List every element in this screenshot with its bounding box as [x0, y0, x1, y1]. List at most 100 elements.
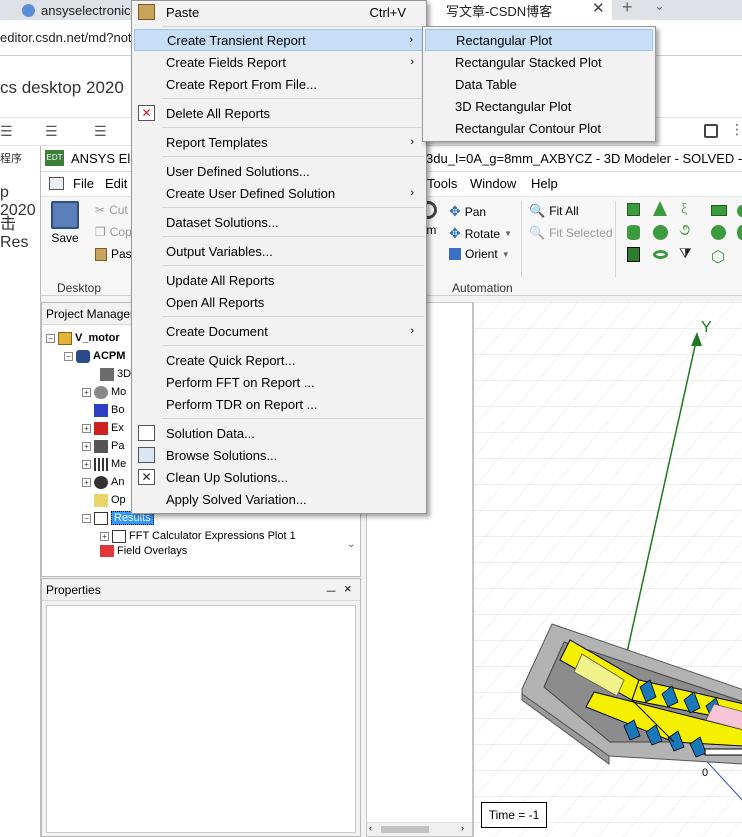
- rectangle-icon[interactable]: [711, 205, 727, 216]
- ordered-list-icon[interactable]: ☰: [45, 123, 58, 140]
- collapse-icon[interactable]: −: [64, 351, 73, 361]
- menu-separator: [162, 98, 424, 99]
- cut-button[interactable]: ✂ Cut: [95, 203, 128, 217]
- tab-favicon-icon: [22, 3, 35, 17]
- tree-item-mesh[interactable]: + Me: [82, 455, 126, 473]
- menu-item-perform-fft[interactable]: Perform FFT on Report ...: [134, 371, 424, 393]
- menu-tools[interactable]: Tools: [427, 176, 457, 191]
- fit-all-button[interactable]: 🔍 Fit All: [529, 203, 579, 219]
- copy-button[interactable]: ❐ Cop: [95, 225, 132, 239]
- collapse-icon[interactable]: −: [46, 333, 55, 343]
- cylinder-icon[interactable]: [627, 225, 640, 240]
- expand-icon[interactable]: +: [82, 459, 91, 469]
- menu-item-create-quick-report[interactable]: Create Quick Report...: [134, 349, 424, 371]
- tree-item-motion[interactable]: + Mo: [82, 383, 126, 401]
- scroll-thumb[interactable]: [381, 826, 429, 833]
- submenu-item-rectangular-contour-plot[interactable]: Rectangular Contour Plot: [425, 117, 653, 139]
- menu-item-perform-tdr[interactable]: Perform TDR on Report ...: [134, 393, 424, 415]
- box-icon[interactable]: [627, 203, 640, 216]
- browser-tab-csdn[interactable]: 写文章-CSDN博客 ✕: [426, 0, 612, 20]
- cone-icon[interactable]: [653, 201, 667, 216]
- spiral-icon[interactable]: ૭: [679, 222, 690, 240]
- tree-item-design[interactable]: − ACPM: [64, 347, 125, 365]
- menu-item-create-user-defined-solution[interactable]: Create User Defined Solution ›: [134, 182, 424, 204]
- browser-tab-ansys[interactable]: ansyselectronic: [0, 0, 132, 20]
- viewport-scene[interactable]: Y 0: [474, 302, 742, 837]
- tree-item-optimetrics[interactable]: Op: [94, 491, 126, 509]
- menu-item-report-templates[interactable]: Report Templates ›: [134, 131, 424, 153]
- more-icon[interactable]: ⋮: [730, 121, 742, 138]
- menu-item-open-all-reports[interactable]: Open All Reports: [134, 291, 424, 313]
- tree-item-analysis[interactable]: + An: [82, 473, 124, 491]
- submenu-arrow-icon: ›: [410, 56, 414, 68]
- pan-button[interactable]: ✥ Pan: [449, 203, 486, 220]
- collapse-icon[interactable]: −: [82, 513, 91, 523]
- sphere-icon[interactable]: [653, 225, 668, 240]
- menu-item-delete-all-reports[interactable]: ✕ Delete All Reports: [134, 102, 424, 124]
- rotate-button[interactable]: ✥ Rotate ▼: [449, 225, 512, 242]
- tree-item-boundaries[interactable]: Bo: [94, 401, 124, 419]
- tree-item-3d[interactable]: 3D: [100, 365, 131, 383]
- menu-edit[interactable]: Edit: [105, 176, 127, 191]
- orient-button[interactable]: Orient ▼: [449, 247, 510, 261]
- expand-icon[interactable]: +: [82, 477, 91, 487]
- fit-selected-button[interactable]: 🔍 Fit Selected: [529, 225, 613, 241]
- menu-window[interactable]: Window: [470, 176, 516, 191]
- chevron-down-icon[interactable]: ⌄: [654, 0, 665, 14]
- menu-item-paste[interactable]: Paste Ctrl+V: [134, 1, 424, 23]
- list-icon[interactable]: ☰: [0, 123, 13, 140]
- tree-item-parameters[interactable]: + Pa: [82, 437, 124, 455]
- tree-item-excitations[interactable]: + Ex: [82, 419, 124, 437]
- submenu-item-3d-rectangular-plot[interactable]: 3D Rectangular Plot: [425, 95, 653, 117]
- polygon-icon[interactable]: ⬡: [711, 247, 725, 267]
- helix-icon[interactable]: ξ: [681, 200, 687, 216]
- tree-item-project[interactable]: − V_motor: [46, 329, 120, 347]
- menu-item-output-variables[interactable]: Output Variables...: [134, 240, 424, 262]
- torus-icon[interactable]: [653, 250, 668, 259]
- model-3d-icon: [100, 367, 114, 381]
- menu-item-apply-solved-variation[interactable]: Apply Solved Variation...: [134, 488, 424, 510]
- expand-icon[interactable]: +: [100, 531, 109, 541]
- submenu-item-rectangular-stacked-plot[interactable]: Rectangular Stacked Plot: [425, 51, 653, 73]
- circle-icon[interactable]: [711, 225, 726, 240]
- tree-item-label: Mo: [111, 386, 127, 398]
- window-menu-icon[interactable]: [49, 177, 64, 190]
- menu-item-dataset-solutions[interactable]: Dataset Solutions...: [134, 211, 424, 233]
- menu-item-clean-up-solutions[interactable]: ✕ Clean Up Solutions...: [134, 466, 424, 488]
- menu-file[interactable]: File: [73, 176, 94, 191]
- article-title-input[interactable]: cs desktop 2020: [0, 78, 124, 98]
- horizontal-scrollbar[interactable]: ‹ ›: [367, 822, 472, 836]
- bondwire-icon[interactable]: ⧩: [679, 245, 692, 262]
- scroll-right-icon[interactable]: ›: [461, 823, 464, 833]
- menu-item-update-all-reports[interactable]: Update All Reports: [134, 269, 424, 291]
- expand-icon[interactable]: +: [82, 423, 91, 433]
- menu-item-user-defined-solutions[interactable]: User Defined Solutions...: [134, 160, 424, 182]
- 3d-viewport[interactable]: Y 0 Time = -1: [473, 302, 742, 837]
- submenu-item-rectangular-plot[interactable]: Rectangular Plot: [425, 29, 653, 51]
- tree-item-field-overlays[interactable]: Field Overlays: [100, 545, 187, 557]
- menu-item-create-transient-report[interactable]: Create Transient Report ›: [134, 29, 424, 51]
- expand-icon[interactable]: +: [82, 441, 91, 451]
- expand-icon[interactable]: +: [82, 387, 91, 397]
- close-icon[interactable]: ✕: [592, 0, 605, 17]
- new-tab-icon[interactable]: +: [622, 0, 633, 18]
- scroll-left-icon[interactable]: ‹: [369, 823, 372, 833]
- menu-item-create-report-from-file[interactable]: Create Report From File...: [134, 73, 424, 95]
- menu-item-create-document[interactable]: Create Document ›: [134, 320, 424, 342]
- unordered-list-icon[interactable]: ☰: [94, 123, 107, 140]
- save-button[interactable]: Save: [51, 201, 79, 245]
- menu-item-browse-solutions[interactable]: Browse Solutions...: [134, 444, 424, 466]
- menu-item-solution-data[interactable]: Solution Data...: [134, 422, 424, 444]
- paste-button[interactable]: Pas: [95, 247, 132, 261]
- close-icon[interactable]: ×: [344, 581, 352, 596]
- menu-help[interactable]: Help: [531, 176, 558, 191]
- polyhedron-icon[interactable]: [627, 247, 640, 262]
- ellipse-icon[interactable]: [737, 205, 742, 217]
- save-icon[interactable]: [704, 124, 718, 138]
- menu-item-create-fields-report[interactable]: Create Fields Report ›: [134, 51, 424, 73]
- tree-item-fft-plot[interactable]: + FFT Calculator Expressions Plot 1: [100, 527, 296, 545]
- circle-icon[interactable]: [737, 225, 742, 240]
- pin-icon[interactable]: ᅳ: [326, 583, 336, 599]
- submenu-item-data-table[interactable]: Data Table: [425, 73, 653, 95]
- scroll-down-icon[interactable]: ⌄: [347, 539, 355, 550]
